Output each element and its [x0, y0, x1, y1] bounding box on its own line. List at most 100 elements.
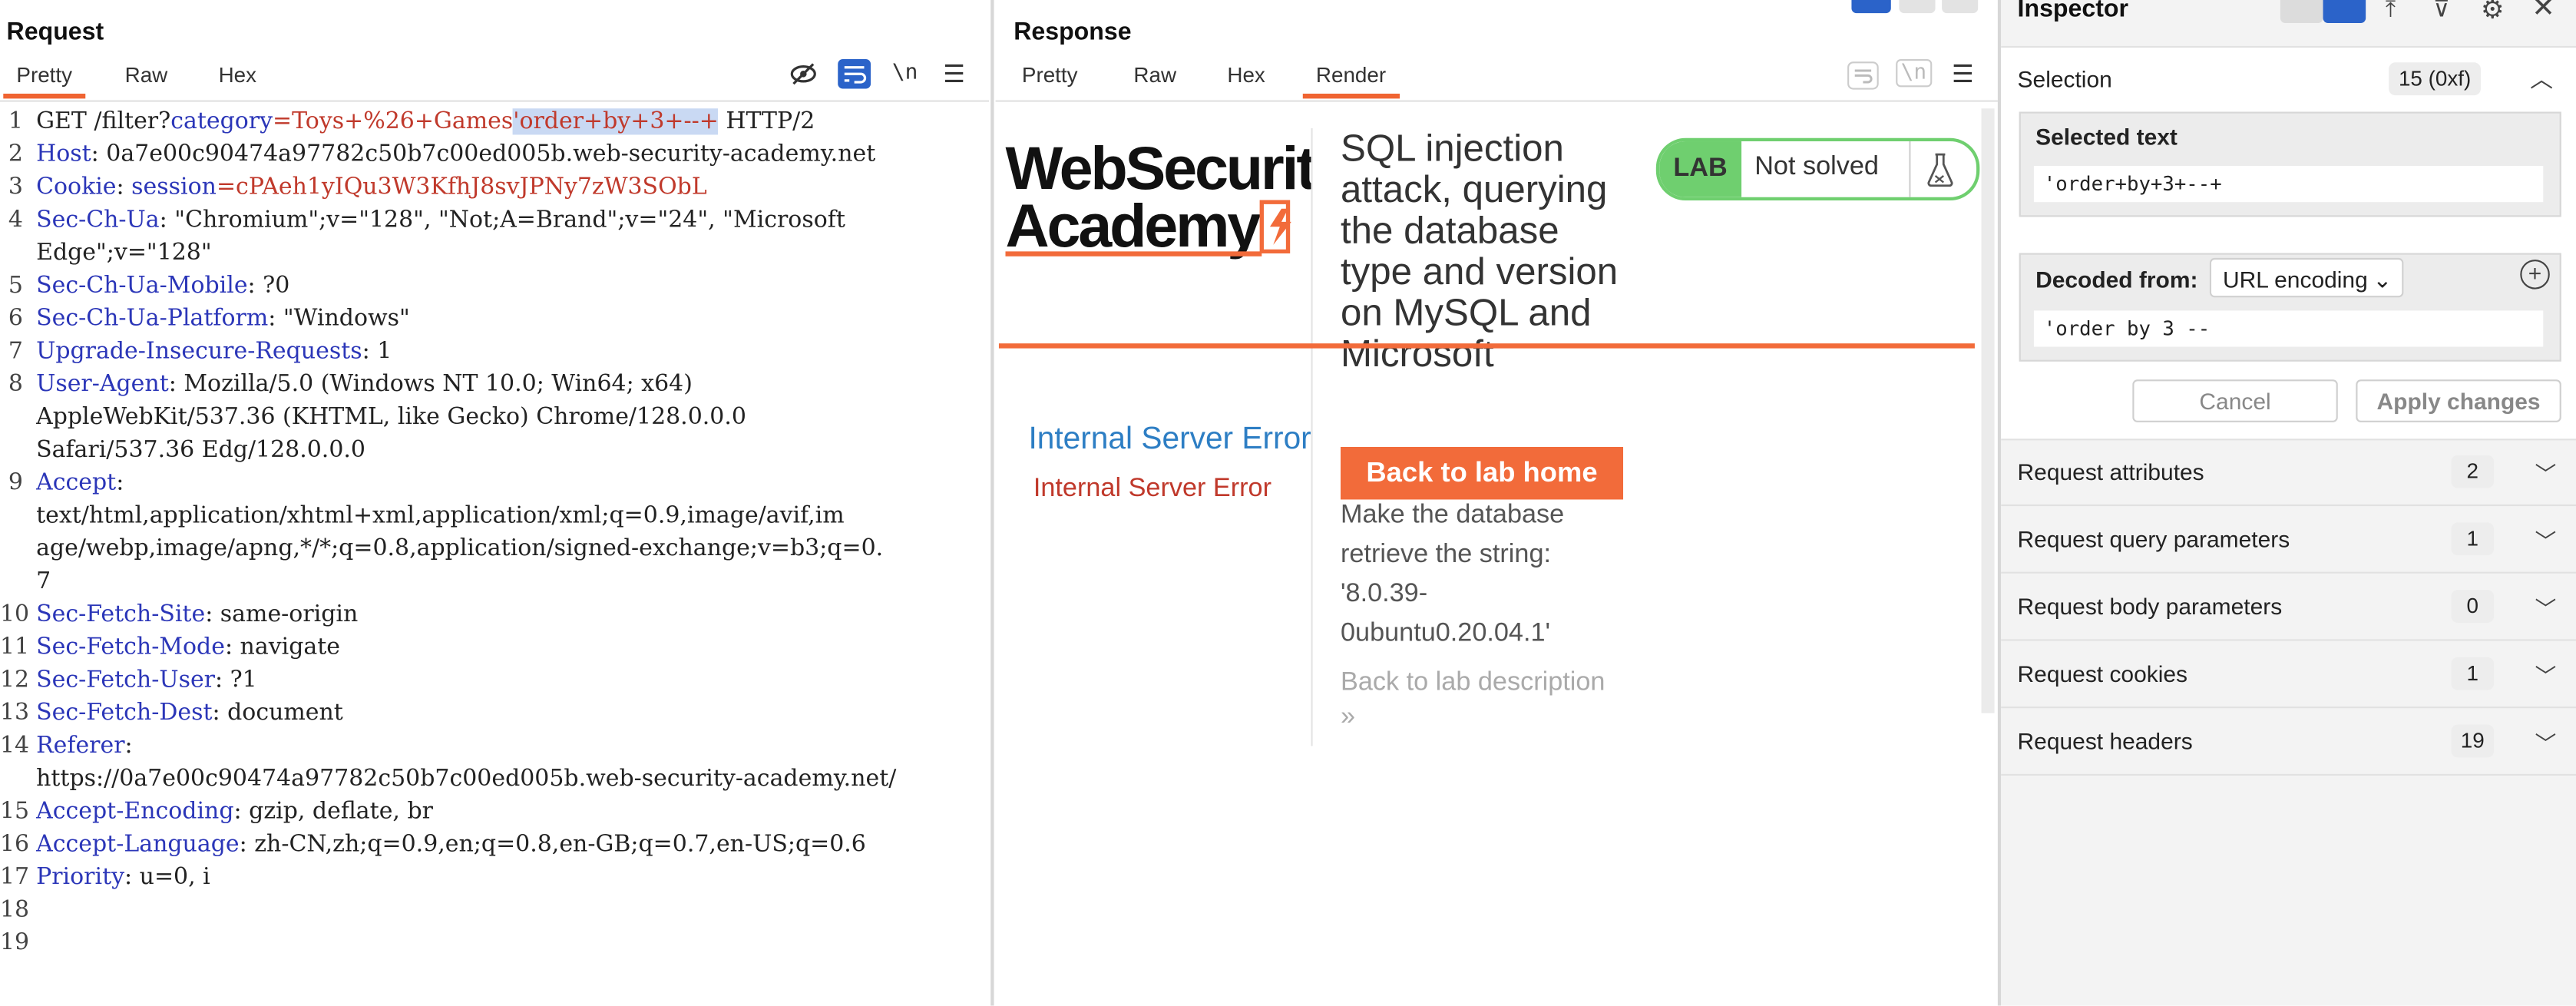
section-request-body-parameters[interactable]: Request body parameters 0 ﹀	[2001, 574, 2576, 641]
response-panel-title: Response	[1014, 18, 1132, 46]
selection-label: Selection	[2017, 65, 2112, 92]
code-line[interactable]: Host: 0a7e00c90474a97782c50b7c00ed005b.w…	[36, 138, 875, 171]
request-editor[interactable]: 1 GET /filter?category=Toys+%26+Games'ord…	[0, 104, 989, 1006]
section-request-headers[interactable]: Request headers 19 ﹀	[2001, 708, 2576, 776]
request-tab-raw[interactable]: Raw	[125, 62, 168, 87]
menu-icon[interactable]: ☰	[943, 59, 965, 88]
response-tab-render[interactable]: Render	[1302, 62, 1400, 99]
code-line[interactable]: Accept:	[36, 467, 124, 500]
code-line[interactable]: Sec-Fetch-Dest: document	[36, 697, 343, 730]
gear-icon[interactable]: ⚙	[2481, 0, 2505, 26]
section-label: Request cookies	[2017, 660, 2188, 687]
back-to-lab-description-link[interactable]: Back to lab description	[1341, 669, 1605, 699]
code-line[interactable]: Cookie: session=cPAeh1yIQu3W3KfhJ8svJPNy…	[36, 171, 707, 204]
code-token: :	[116, 174, 132, 201]
newline-icon[interactable]: \n	[892, 61, 918, 85]
code-token: : document	[212, 700, 343, 726]
code-line[interactable]: User-Agent: Mozilla/5.0 (Windows NT 10.0…	[36, 368, 693, 401]
response-tab-hex[interactable]: Hex	[1227, 62, 1265, 87]
header-separator	[998, 343, 1975, 349]
align-top-icon[interactable]: ⤒	[2386, 0, 2396, 23]
section-count: 1	[2451, 522, 2495, 556]
code-token: : zh-CN,zh;q=0.9,en;q=0.8,en-GB;q=0.7,en…	[239, 831, 866, 858]
code-line[interactable]: text/html,application/xhtml+xml,applicat…	[36, 499, 845, 532]
code-token: Cookie	[36, 174, 117, 201]
response-tab-raw[interactable]: Raw	[1133, 62, 1176, 87]
code-token: Sec-Fetch-Site	[36, 601, 206, 628]
code-line[interactable]: Accept-Encoding: gzip, deflate, br	[36, 796, 433, 829]
section-request-query-parameters[interactable]: Request query parameters 1 ﹀	[2001, 506, 2576, 574]
inspector-layout-icon-2[interactable]	[2323, 0, 2366, 23]
flask-icon	[1927, 153, 1953, 187]
code-line[interactable]: Sec-Ch-Ua-Mobile: ?0	[36, 270, 289, 303]
code-token: : ?0	[247, 273, 290, 299]
section-request-cookies[interactable]: Request cookies 1 ﹀	[2001, 640, 2576, 709]
add-decoding-icon[interactable]: +	[2520, 260, 2550, 290]
wrap-icon[interactable]	[838, 59, 871, 89]
section-label: Request headers	[2017, 727, 2193, 755]
section-label: Request attributes	[2017, 458, 2204, 485]
code-line[interactable]: Priority: u=0, i	[36, 861, 210, 894]
layout-toggle-active[interactable]	[1851, 0, 1891, 14]
back-to-lab-home-button[interactable]: Back to lab home	[1340, 446, 1624, 500]
newline-icon-disabled[interactable]: \n	[1896, 59, 1932, 88]
section-count: 1	[2451, 657, 2495, 690]
code-line[interactable]: Sec-Fetch-Mode: navigate	[36, 631, 340, 664]
request-tab-hex[interactable]: Hex	[219, 62, 256, 87]
code-line[interactable]: Sec-Fetch-User: ?1	[36, 663, 257, 697]
line-number: 1	[8, 108, 23, 135]
decoded-from-label: Decoded from:	[2035, 266, 2198, 293]
code-line[interactable]: Accept-Language: zh-CN,zh;q=0.9,en;q=0.8…	[36, 828, 866, 861]
response-scrollbar[interactable]	[1981, 108, 1995, 713]
code-line[interactable]: Sec-Fetch-Site: same-origin	[36, 598, 358, 631]
code-token: Accept-Language	[36, 831, 240, 858]
code-line[interactable]: Referer:	[36, 730, 133, 763]
code-token: : gzip, deflate, br	[233, 798, 433, 826]
code-token: HTTP/2	[718, 108, 815, 135]
line-number: 19	[0, 930, 30, 957]
inspector-layout-icon-1[interactable]	[2280, 0, 2323, 23]
code-line[interactable]: Sec-Ch-Ua: "Chromium";v="128", "Not;A=Br…	[36, 204, 845, 237]
chevron-up-icon[interactable]: ︿	[2530, 62, 2553, 95]
code-token: text/html,application/xhtml+xml,applicat…	[36, 502, 845, 529]
code-line[interactable]: Sec-Ch-Ua-Platform: "Windows"	[36, 303, 410, 336]
code-line[interactable]: GET /filter?category=Toys+%26+Games'orde…	[36, 105, 815, 138]
filter-icon[interactable]: ⊽	[2433, 0, 2450, 23]
code-line[interactable]: Edge";v="128"	[36, 237, 212, 270]
decoded-value[interactable]: 'order by 3 --	[2033, 310, 2544, 347]
line-number: 3	[8, 174, 23, 201]
code-line[interactable]: age/webp,image/apng,*/*;q=0.8,applicatio…	[36, 532, 883, 565]
section-request-attributes[interactable]: Request attributes 2 ﹀	[2001, 438, 2576, 507]
code-token: :	[124, 733, 133, 759]
code-token: : navigate	[224, 634, 341, 661]
wrap-icon-disabled[interactable]	[1847, 61, 1880, 95]
response-tab-pretty[interactable]: Pretty	[1022, 62, 1078, 87]
response-menu-icon[interactable]: ☰	[1952, 59, 1974, 88]
code-line[interactable]: Safari/537.36 Edg/128.0.0.0	[36, 434, 365, 467]
line-number: 16	[0, 831, 30, 858]
lightning-icon	[1259, 200, 1291, 254]
code-line[interactable]: https://0a7e00c90474a97782c50b7c00ed005b…	[36, 763, 896, 796]
decoding-select[interactable]: URL encoding ⌄	[2209, 257, 2404, 298]
request-tab-pretty[interactable]: Pretty	[3, 62, 86, 99]
code-token: : Mozilla/5.0 (Windows NT 10.0; Win64; x…	[168, 371, 693, 398]
code-token: 'order+by+3+--+	[513, 108, 719, 135]
layout-toggle-horizontal[interactable]	[1899, 0, 1936, 14]
code-token: AppleWebKit/537.36 (KHTML, like Gecko) C…	[36, 404, 746, 431]
code-token: Priority	[36, 864, 125, 891]
code-token: :	[116, 469, 124, 497]
apply-changes-button[interactable]: Apply changes	[2356, 379, 2561, 422]
selection-count: 15 (0xf)	[2389, 62, 2482, 96]
code-line[interactable]: AppleWebKit/537.36 (KHTML, like Gecko) C…	[36, 401, 746, 434]
code-line[interactable]: 7	[36, 565, 51, 598]
code-token: : ?1	[214, 667, 257, 693]
cancel-button[interactable]: Cancel	[2132, 379, 2338, 422]
close-icon[interactable]: ✕	[2531, 0, 2555, 25]
code-line[interactable]: Upgrade-Insecure-Requests: 1	[36, 335, 392, 368]
code-token: Referer	[36, 733, 125, 759]
line-number: 7	[8, 338, 23, 366]
selected-text-value[interactable]: 'order+by+3+--+	[2033, 166, 2544, 203]
eye-off-icon[interactable]	[789, 59, 818, 94]
layout-toggle-vertical[interactable]	[1942, 0, 1979, 14]
panel-divider-left[interactable]	[990, 0, 994, 1006]
